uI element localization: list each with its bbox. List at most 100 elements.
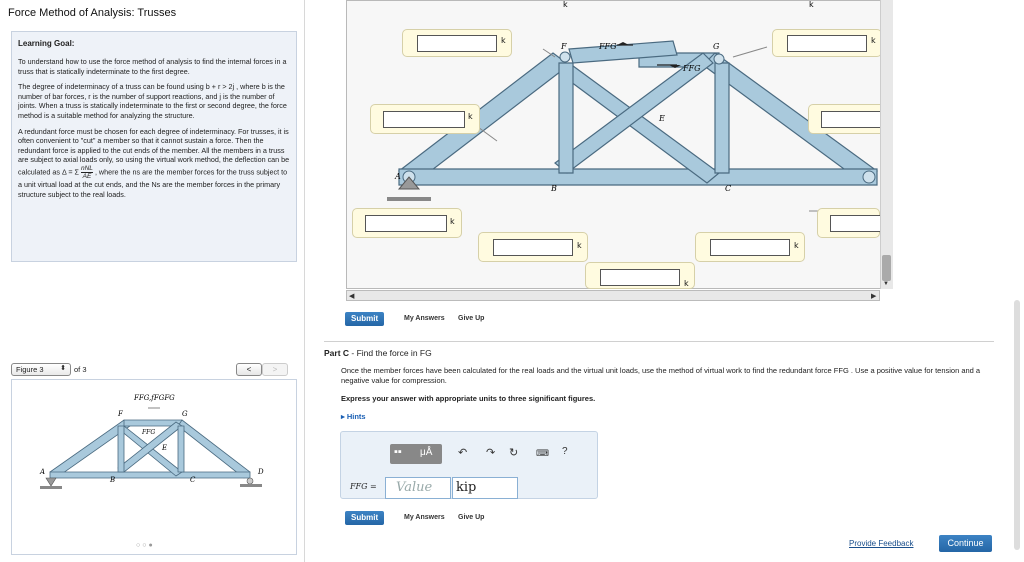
unit-input[interactable]: kip xyxy=(452,477,518,499)
reset-icon[interactable]: ↻ xyxy=(509,446,518,459)
part-b-my-answers-link[interactable]: My Answers xyxy=(404,315,445,322)
learning-goal-panel: Learning Goal: To understand how to use … xyxy=(11,31,297,262)
force-label-2: FFG xyxy=(682,64,701,73)
member-fb xyxy=(117,425,125,473)
member-bottom-chord xyxy=(398,168,878,186)
fig-node-a: A xyxy=(39,468,45,476)
fig-node-d: D xyxy=(257,468,264,476)
leader-line-2 xyxy=(732,46,768,58)
hints-link[interactable]: ▸ Hints xyxy=(341,412,366,421)
answer-input-ab[interactable] xyxy=(365,215,447,232)
learning-goal-heading: Learning Goal: xyxy=(18,39,75,48)
continue-button[interactable]: Continue xyxy=(939,535,992,552)
node-c: C xyxy=(725,184,731,193)
answer-input-gb[interactable] xyxy=(600,269,680,286)
fig-label-top: FFG,fFGFG xyxy=(133,394,175,402)
fraction-denominator: AE xyxy=(82,172,92,180)
page-scrollbar[interactable] xyxy=(1014,300,1020,550)
answer-box-gc xyxy=(808,104,888,134)
scroll-left-arrow-icon[interactable]: ◀ xyxy=(349,292,354,300)
figure-panel: FFG,fFGFG F G A B C D E FFG xyxy=(11,379,297,555)
keyboard-icon[interactable]: ⌨ xyxy=(536,448,549,459)
ground-d xyxy=(240,484,262,487)
fig-node-f: F xyxy=(117,410,124,418)
page-title: Force Method of Analysis: Trusses xyxy=(8,7,177,19)
top-unit-k-1: k xyxy=(563,1,568,9)
force-label-1: FFG xyxy=(598,42,617,51)
node-a: A xyxy=(394,172,401,181)
figure-next-button[interactable]: > xyxy=(262,363,288,376)
unit-label-k: k xyxy=(684,279,689,288)
scroll-down-arrow-icon[interactable]: ▼ xyxy=(883,281,889,287)
value-input[interactable]: Value xyxy=(385,477,451,499)
answer-box-bc: k xyxy=(695,232,805,262)
fig-node-g: G xyxy=(182,410,188,418)
small-truss-figure: FFG,fFGFG F G A B C D E FFG xyxy=(39,394,264,489)
column-divider xyxy=(304,0,305,562)
part-b-submit-button[interactable]: Submit xyxy=(345,312,385,326)
member-fb-large xyxy=(558,62,574,174)
answer-input-fb[interactable] xyxy=(493,239,573,256)
help-icon[interactable]: ? xyxy=(562,446,568,457)
joint-g xyxy=(713,53,725,65)
answer-input-af[interactable] xyxy=(383,111,465,128)
joint-d xyxy=(862,170,876,184)
part-c-my-answers-link[interactable]: My Answers xyxy=(404,514,445,521)
unit-label-k: k xyxy=(468,112,473,121)
select-arrows-icon: ⬍ xyxy=(60,365,66,372)
part-divider xyxy=(324,341,994,342)
fraction-numerator: nNL xyxy=(81,164,93,173)
figure-nav: Figure 3 ⬍ of 3 < > xyxy=(11,362,297,378)
part-c-submit-button[interactable]: Submit xyxy=(345,511,385,525)
figure-count: of 3 xyxy=(74,365,87,374)
answer-input-cd[interactable] xyxy=(830,215,881,232)
unit-label-k: k xyxy=(794,241,799,250)
fig-node-e: E xyxy=(161,444,167,452)
learning-goal-p1: To understand how to use the force metho… xyxy=(18,57,287,76)
deflection-fraction: nNL AE xyxy=(81,165,93,180)
figure-prev-button[interactable]: < xyxy=(236,363,262,376)
provide-feedback-link[interactable]: Provide Feedback xyxy=(849,539,913,548)
answer-input-fg-left[interactable] xyxy=(417,35,497,52)
part-c-give-up-link[interactable]: Give Up xyxy=(458,514,484,521)
member-gd xyxy=(177,419,251,479)
undo-icon[interactable]: ↶ xyxy=(458,446,467,459)
redo-icon[interactable]: ↷ xyxy=(486,446,495,459)
answer-input-gc[interactable] xyxy=(821,111,887,128)
figure-select[interactable]: Figure 3 ⬍ xyxy=(11,363,71,376)
unit-label-k: k xyxy=(577,241,582,250)
template-icon[interactable]: ▪▪ xyxy=(394,446,402,458)
unit-label-k: k xyxy=(501,36,506,45)
roller-d xyxy=(246,477,254,485)
node-g: G xyxy=(713,42,720,51)
support-a xyxy=(45,477,57,487)
math-toolbar: ▪▪ μÅ xyxy=(390,444,442,464)
answer-box-gd: k xyxy=(772,29,882,57)
fig-node-c: C xyxy=(190,476,196,484)
part-c-description: Once the member forces have been calcula… xyxy=(341,366,981,385)
ground-a xyxy=(40,486,62,489)
answer-box-gb: k xyxy=(585,262,695,289)
part-c-instruction: Express your answer with appropriate uni… xyxy=(341,394,596,403)
answer-input-bc[interactable] xyxy=(710,239,790,256)
vertical-scroll-thumb[interactable] xyxy=(882,255,891,281)
units-icon[interactable]: μÅ xyxy=(420,447,432,458)
answer-box-fb: k xyxy=(478,232,588,262)
ffg-variable-label: FFG = xyxy=(350,482,377,491)
vertical-scrollbar[interactable] xyxy=(880,0,893,289)
horizontal-scrollbar[interactable] xyxy=(346,290,880,301)
answer-input-gd[interactable] xyxy=(787,35,867,52)
answer-box-af: k xyxy=(370,104,480,134)
fig-node-b: B xyxy=(109,476,115,484)
member-gc-large xyxy=(714,62,730,174)
node-b: B xyxy=(550,184,557,193)
node-f: F xyxy=(560,42,567,51)
answer-box-ab: k xyxy=(352,208,462,238)
part-b-give-up-link[interactable]: Give Up xyxy=(458,315,484,322)
figure-pagination-dots[interactable]: ○○● xyxy=(136,542,155,549)
member-fc-large xyxy=(558,62,720,184)
member-abcd xyxy=(49,471,251,479)
learning-goal-p2: The degree of indeterminacy of a truss c… xyxy=(18,82,287,120)
scroll-right-arrow-icon[interactable]: ▶ xyxy=(871,292,876,300)
unit-label-k: k xyxy=(450,217,455,226)
